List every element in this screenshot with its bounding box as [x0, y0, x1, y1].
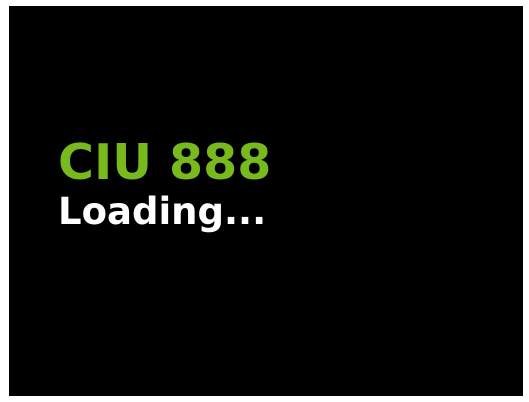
app-title: CIU 888	[58, 134, 272, 191]
loading-status: Loading...	[58, 190, 267, 233]
splash-content: CIU 888 Loading...	[58, 134, 271, 234]
splash-screen: CIU 888 Loading...	[9, 6, 523, 396]
